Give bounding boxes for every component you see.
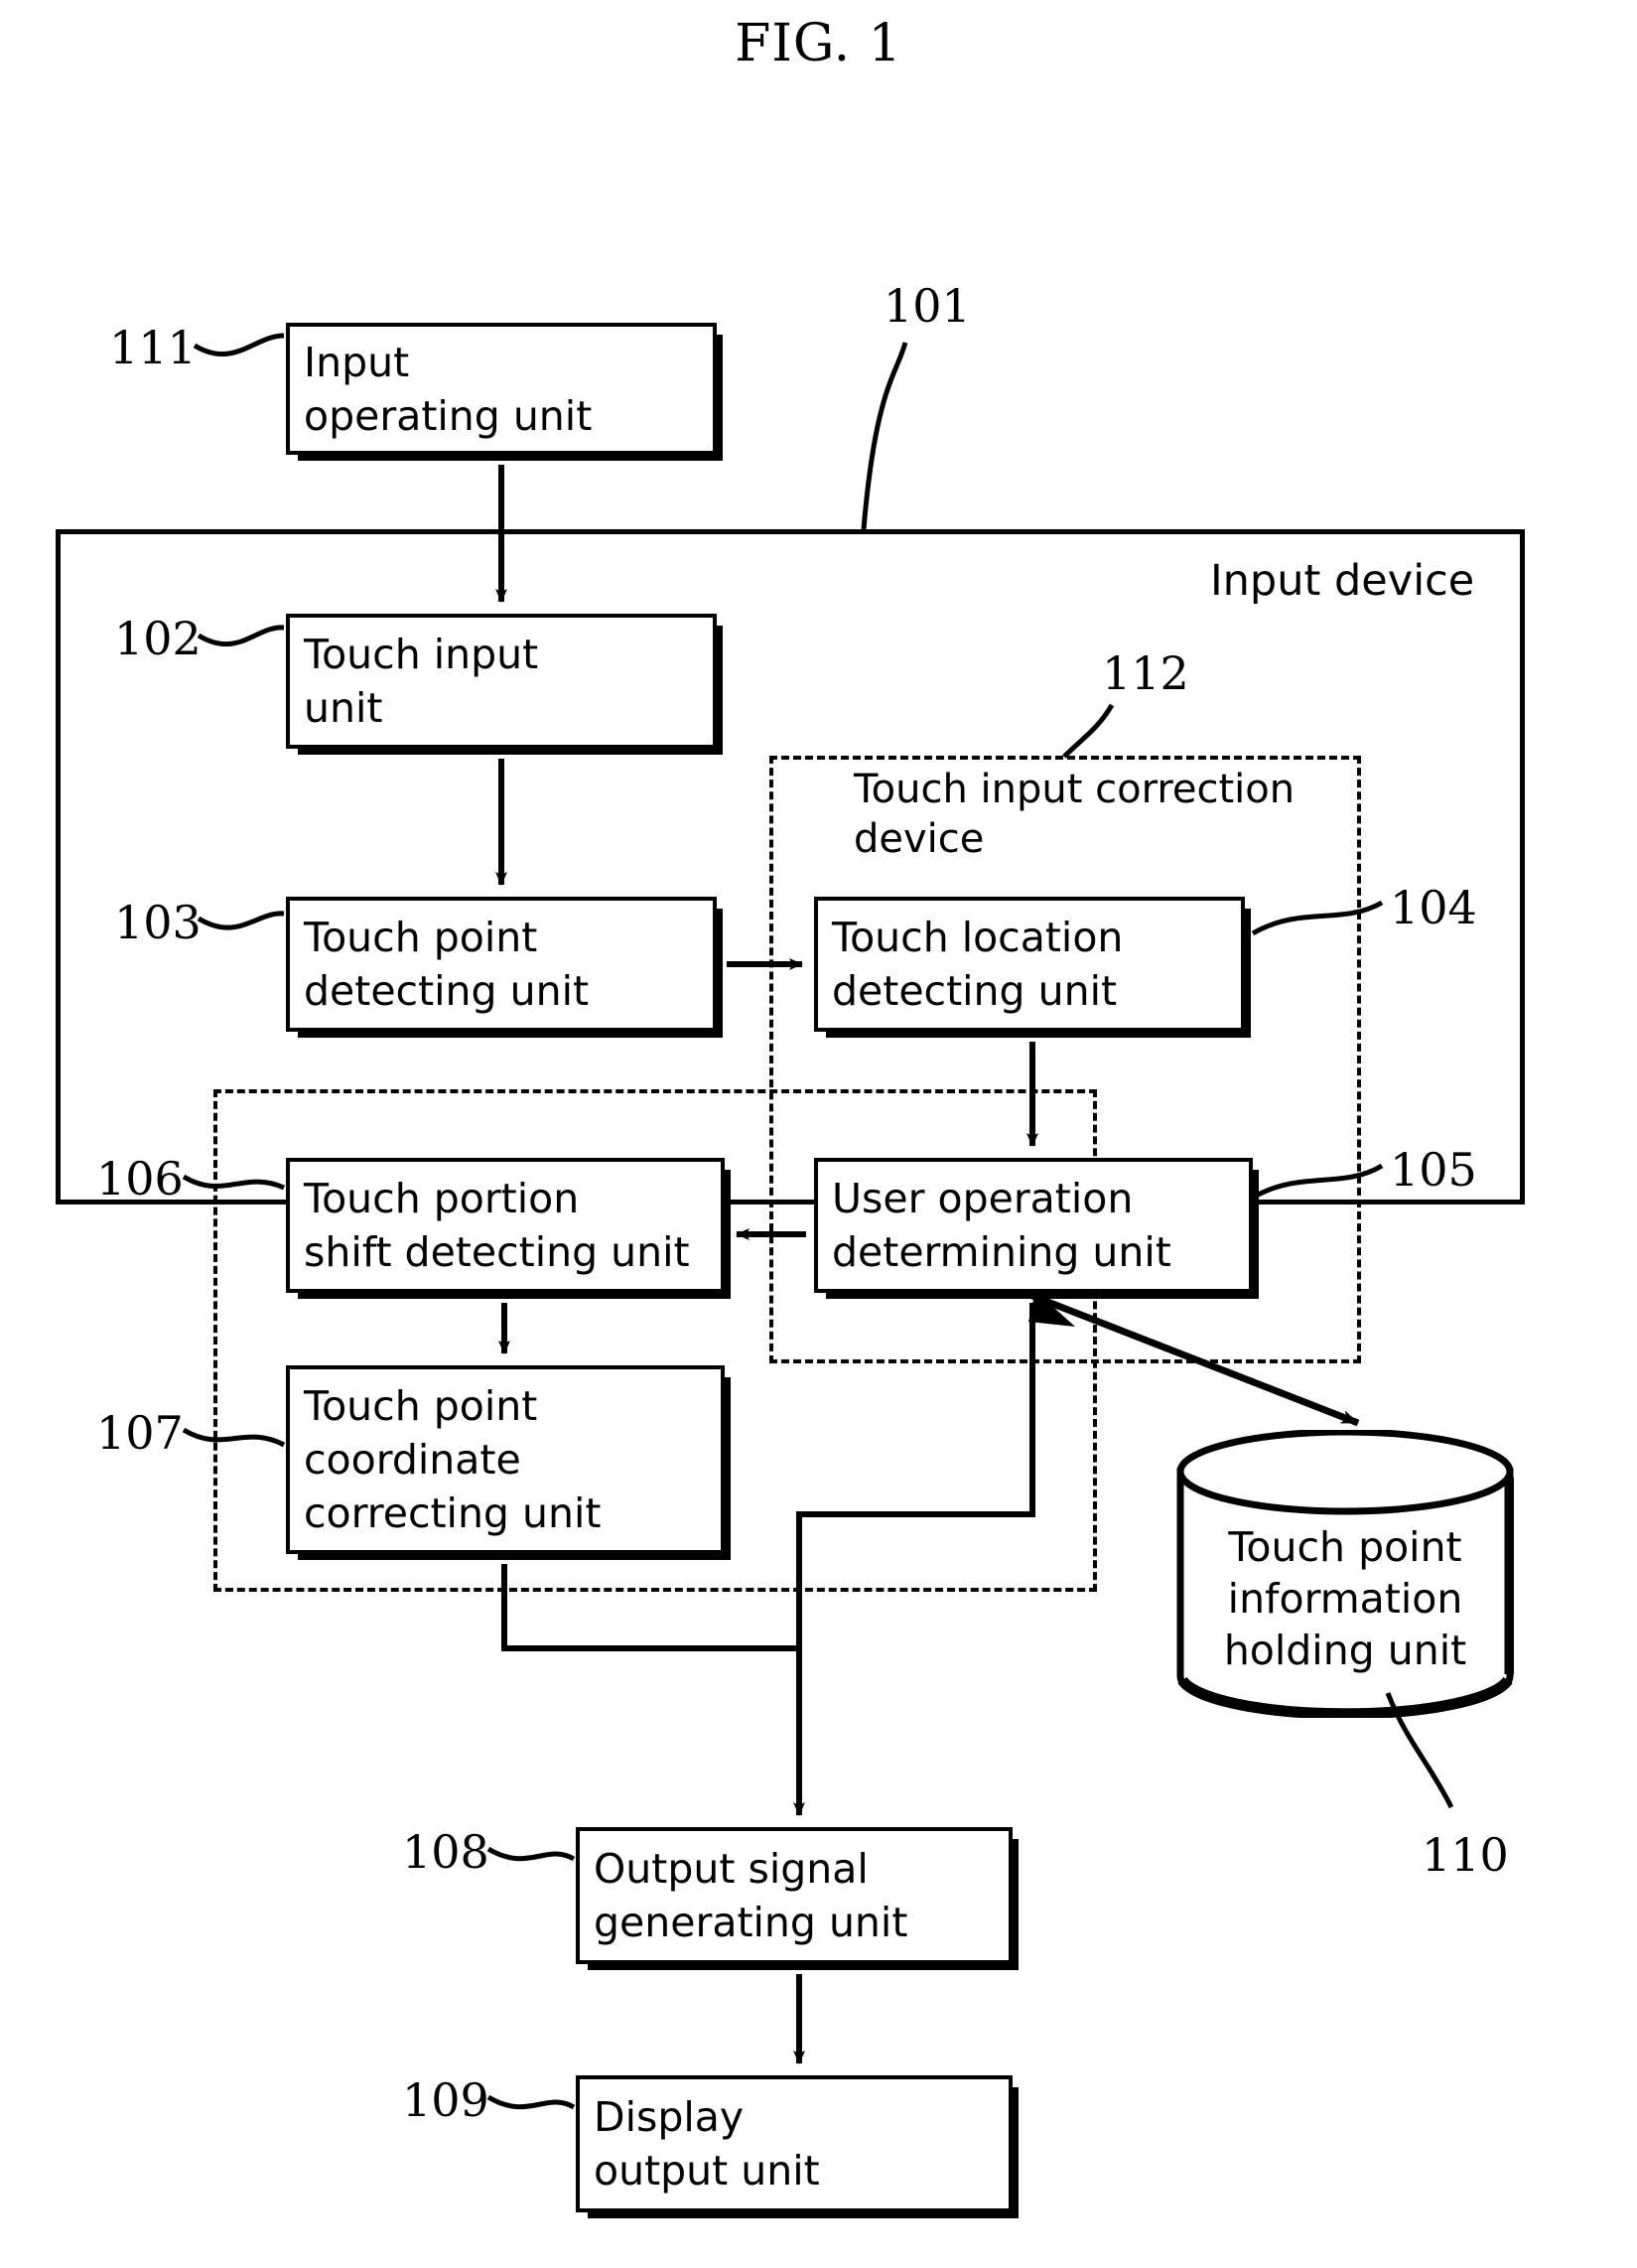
block-touch-input-unit[interactable]: Touch input unit (286, 614, 717, 749)
block-touch-point-coordinate-correcting-unit-label: Touch point coordinate correcting unit (304, 1382, 602, 1537)
ref-109: 109 (402, 2073, 489, 2127)
block-input-operating-unit-label: Input operating unit (304, 338, 593, 440)
leader-109 (486, 2094, 576, 2110)
figure-title: FIG. 1 (735, 14, 902, 73)
ref-110: 110 (1422, 1828, 1509, 1882)
block-touch-location-detecting-unit-label: Touch location detecting unit (832, 914, 1124, 1015)
block-touch-portion-shift-detecting-unit[interactable]: Touch portion shift detecting unit (286, 1158, 725, 1293)
ref-103: 103 (114, 896, 202, 949)
block-touch-portion-shift-detecting-unit-label: Touch portion shift detecting unit (304, 1175, 690, 1276)
touch-point-information-holding-unit-label: Touch point information holding unit (1223, 1523, 1467, 1674)
ref-105: 105 (1390, 1143, 1477, 1197)
block-touch-input-unit-label: Touch input unit (304, 631, 539, 732)
ref-102: 102 (114, 612, 202, 665)
block-touch-point-detecting-unit[interactable]: Touch point detecting unit (286, 897, 717, 1032)
block-input-operating-unit[interactable]: Input operating unit (286, 323, 717, 455)
block-touch-point-coordinate-correcting-unit[interactable]: Touch point coordinate correcting unit (286, 1365, 725, 1554)
block-touch-location-detecting-unit[interactable]: Touch location detecting unit (814, 897, 1245, 1032)
ref-104: 104 (1390, 881, 1477, 934)
leader-111 (193, 333, 285, 357)
block-user-operation-determining-unit[interactable]: User operation determining unit (814, 1158, 1253, 1293)
block-output-signal-generating-unit-label: Output signal generating unit (594, 1845, 908, 1946)
leader-101 (861, 342, 908, 530)
figure-canvas: FIG. 1 Input device 101 Touch input corr… (0, 0, 1637, 2268)
ref-108: 108 (402, 1825, 489, 1879)
leader-108 (486, 1846, 576, 1862)
input-device-label: Input device (1210, 556, 1475, 606)
ref-106: 106 (96, 1152, 184, 1205)
ref-112: 112 (1102, 646, 1189, 700)
ref-107: 107 (96, 1406, 184, 1460)
block-display-output-unit[interactable]: Display output unit (576, 2075, 1013, 2212)
block-touch-point-detecting-unit-label: Touch point detecting unit (304, 914, 590, 1015)
block-display-output-unit-label: Display output unit (594, 2093, 820, 2195)
ref-111: 111 (109, 321, 197, 374)
block-user-operation-determining-unit-label: User operation determining unit (832, 1175, 1171, 1276)
block-output-signal-generating-unit[interactable]: Output signal generating unit (576, 1827, 1013, 1964)
touch-point-information-holding-unit[interactable]: Touch point information holding unit (1176, 1428, 1516, 1720)
touch-input-correction-device-label: Touch input correction device (854, 767, 1296, 862)
ref-101: 101 (884, 279, 971, 333)
